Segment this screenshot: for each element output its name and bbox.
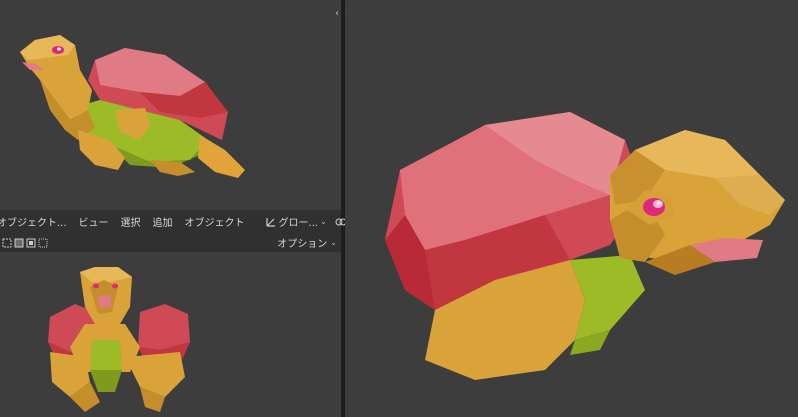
select-invert-icon[interactable] <box>38 238 48 248</box>
transform-orientation-label: グロー... <box>278 218 319 229</box>
transform-pivot-icon <box>265 217 275 227</box>
viewport-right[interactable]: ‹ ‹ <box>345 0 798 417</box>
viewport-header: オブジェクト... ビュー 選択 追加 オブジェクト グロー... ⌄ ⌄ ⌄ <box>0 210 425 252</box>
viewport-bottom-left[interactable] <box>0 252 341 417</box>
turtle-model-side <box>20 35 245 178</box>
chevron-down-icon: ⌄ <box>330 238 337 247</box>
select-new-icon[interactable] <box>2 238 12 248</box>
chevron-left-icon[interactable]: ‹ <box>345 8 346 19</box>
menu-add[interactable]: 追加 <box>147 214 179 229</box>
menu-view[interactable]: ビュー <box>73 214 115 229</box>
chevron-left-icon[interactable]: ‹ <box>335 8 339 19</box>
mode-selector[interactable]: オブジェクト... <box>0 214 73 229</box>
chevron-left-icon[interactable]: ‹ <box>345 258 346 269</box>
select-subtract-icon[interactable] <box>26 238 36 248</box>
turtle-model-front <box>48 267 190 412</box>
menu-select[interactable]: 選択 <box>115 214 147 229</box>
menu-object[interactable]: オブジェクト <box>179 214 251 229</box>
turtle-model-perspective <box>385 112 785 380</box>
chevron-down-icon: ⌄ <box>320 217 327 226</box>
select-extend-icon[interactable] <box>14 238 24 248</box>
transform-orientation-dropdown[interactable]: グロー... ⌄ <box>261 214 331 229</box>
options-dropdown[interactable]: オプション ⌄ <box>277 235 337 250</box>
select-mode-buttons[interactable] <box>2 238 48 248</box>
options-label: オプション <box>277 239 328 250</box>
viewport-top-left[interactable]: ‹ <box>0 0 341 210</box>
